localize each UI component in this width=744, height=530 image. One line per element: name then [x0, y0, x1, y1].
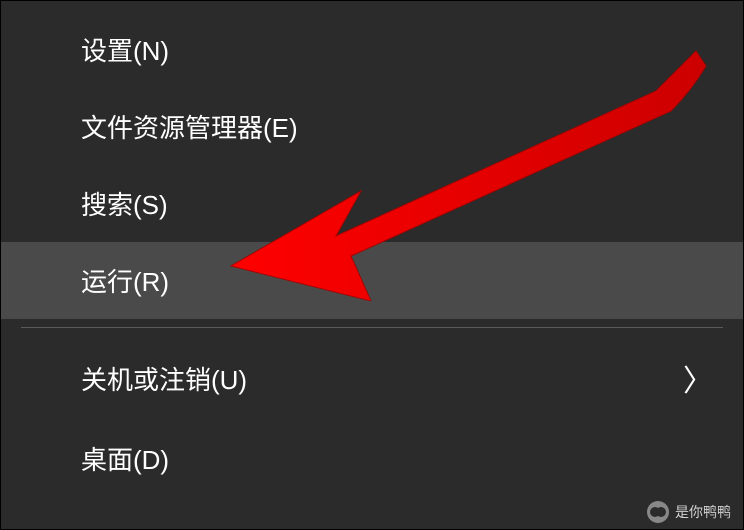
menu-item-search[interactable]: 搜索(S) — [1, 165, 743, 242]
watermark-text: 是你鸭鸭 — [675, 502, 731, 522]
menu-item-label: 搜索(S) — [81, 185, 743, 222]
menu-separator — [21, 327, 723, 328]
watermark: 是你鸭鸭 — [647, 501, 731, 523]
menu-item-run[interactable]: 运行(R) — [1, 242, 743, 319]
menu-item-label: 设置(N) — [81, 31, 743, 68]
menu-item-label: 运行(R) — [81, 262, 743, 299]
menu-item-shutdown[interactable]: 关机或注销(U) 〉 — [1, 336, 743, 420]
menu-item-settings[interactable]: 设置(N) — [1, 11, 743, 88]
winx-context-menu: 设置(N) 文件资源管理器(E) 搜索(S) 运行(R) 关机或注销(U) 〉 … — [1, 1, 743, 529]
menu-item-label: 文件资源管理器(E) — [81, 108, 743, 145]
menu-item-file-explorer[interactable]: 文件资源管理器(E) — [1, 88, 743, 165]
menu-item-label: 关机或注销(U) — [81, 360, 683, 397]
menu-item-label: 桌面(D) — [81, 440, 743, 477]
wechat-icon — [647, 501, 669, 523]
menu-item-desktop[interactable]: 桌面(D) — [1, 420, 743, 497]
chevron-right-icon: 〉 — [683, 356, 713, 400]
